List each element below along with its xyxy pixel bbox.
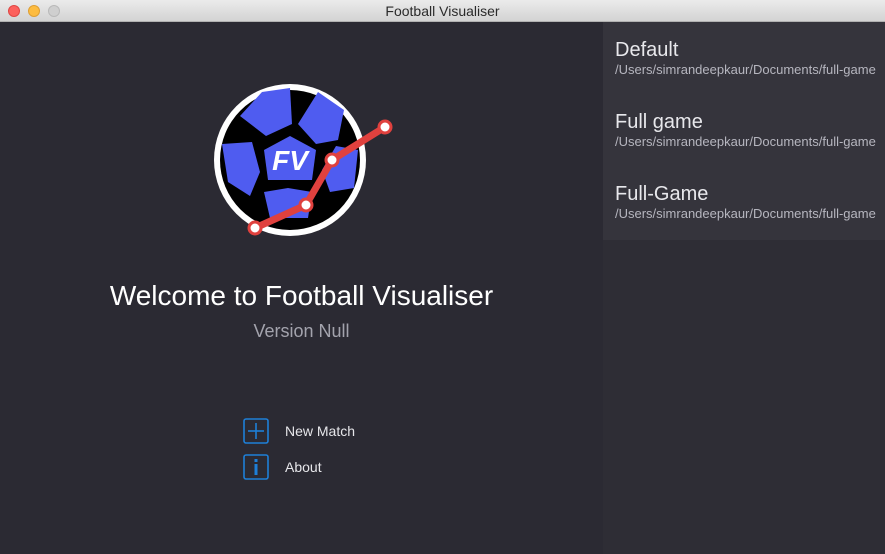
recent-project-name: Default [615, 39, 679, 61]
recent-projects-panel: Default /Users/simrandeepkaur/Documents/… [603, 22, 885, 554]
about-label: About [285, 459, 322, 475]
logo-text: FV [272, 145, 310, 176]
recent-project-item[interactable]: Default /Users/simrandeepkaur/Documents/… [603, 22, 885, 94]
football-visualiser-logo: FV [214, 84, 393, 236]
welcome-panel: FV Welcome to Football Visualiser Versio… [0, 22, 603, 554]
app-window: Football Visualiser FV Welcome to Footba… [0, 0, 885, 554]
version-label: Version Null [253, 321, 350, 341]
about-button[interactable]: About [243, 453, 322, 481]
recent-project-path: /Users/simrandeepkaur/Documents/full-gam… [615, 62, 876, 77]
new-match-label: New Match [285, 423, 356, 439]
title-bar[interactable]: Football Visualiser [0, 0, 885, 22]
new-match-button[interactable]: New Match [243, 417, 355, 445]
welcome-title: Welcome to Football Visualiser [109, 280, 494, 311]
recent-projects-list: Default /Users/simrandeepkaur/Documents/… [603, 22, 885, 240]
recent-project-item[interactable]: Full game /Users/simrandeepkaur/Document… [603, 94, 885, 166]
info-square-icon [243, 454, 269, 480]
recent-project-name: Full-Game [615, 183, 709, 205]
recent-project-name: Full game [615, 111, 703, 133]
plus-square-icon [243, 418, 269, 444]
recent-project-path: /Users/simrandeepkaur/Documents/full-gam… [615, 134, 876, 149]
recent-project-item[interactable]: Full-Game /Users/simrandeepkaur/Document… [603, 166, 885, 240]
recent-project-path: /Users/simrandeepkaur/Documents/full-gam… [615, 206, 876, 221]
window-title: Football Visualiser [385, 3, 500, 19]
